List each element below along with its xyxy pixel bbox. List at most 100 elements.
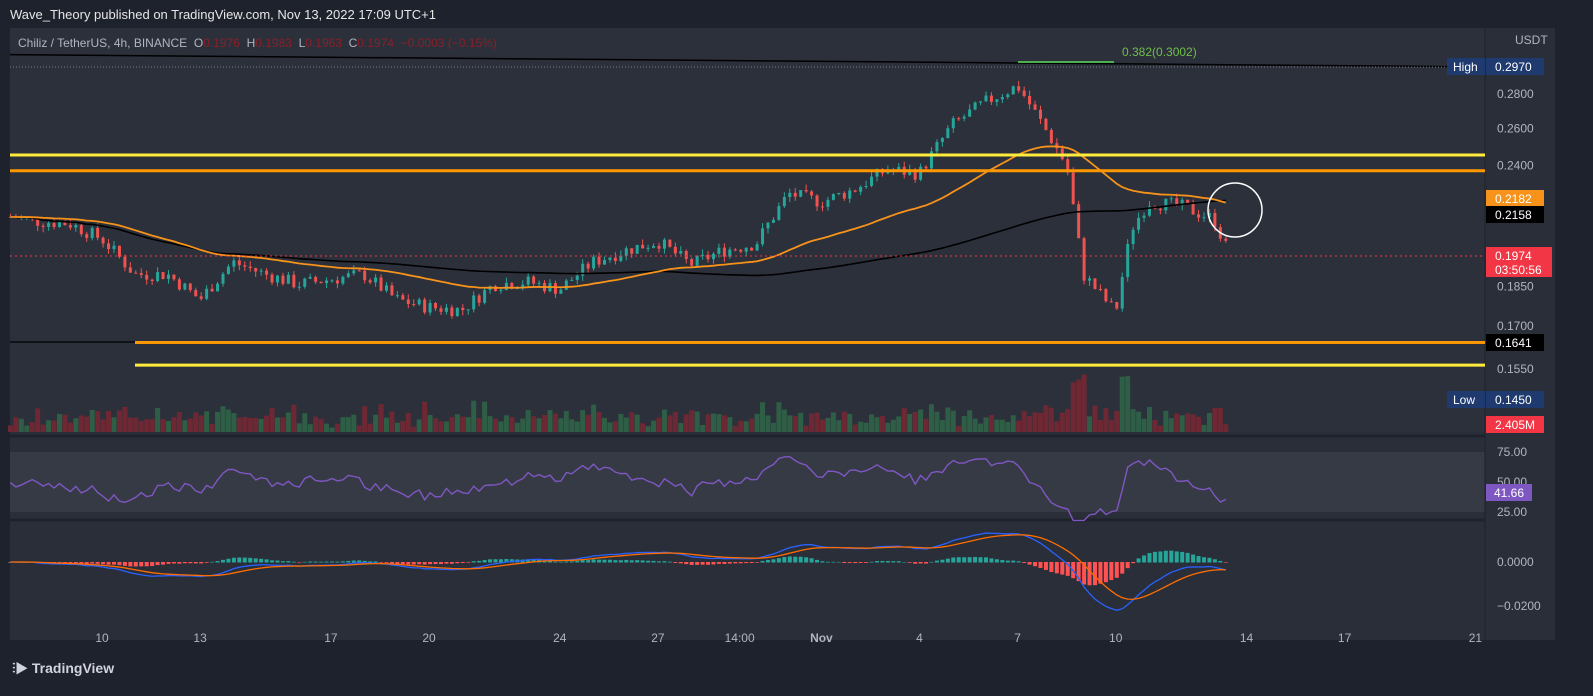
volume-bar bbox=[819, 419, 825, 432]
time-tick: 17 bbox=[324, 631, 338, 645]
price-chart[interactable]: 0.382(0.3002) USDT 0.2800 0.2600 0.2400 0.185… bbox=[0, 0, 1593, 696]
volume-bar bbox=[1185, 413, 1191, 432]
volume-bar bbox=[760, 402, 766, 432]
volume-bar bbox=[264, 415, 270, 432]
symbol-legend: Chiliz / TetherUS, 4h, BINANCE O0.1976 H… bbox=[18, 36, 497, 50]
macd-histogram-bar bbox=[793, 556, 798, 563]
candle-body bbox=[194, 290, 198, 297]
candle-body bbox=[1093, 278, 1097, 289]
tradingview-logo[interactable]: ⫶▶ TradingView bbox=[12, 660, 114, 677]
volume-bar bbox=[449, 416, 455, 432]
open-value: 0.1976 bbox=[203, 36, 240, 50]
candle-body bbox=[624, 248, 628, 256]
macd-histogram-bar bbox=[749, 562, 754, 564]
volume-bar bbox=[950, 410, 956, 432]
macd-histogram-bar bbox=[308, 561, 313, 563]
candle-body bbox=[439, 308, 443, 312]
macd-histogram-bar bbox=[1060, 562, 1065, 575]
macd-histogram-bar bbox=[695, 562, 700, 565]
volume-bar bbox=[1141, 418, 1147, 432]
symbol-name[interactable]: Chiliz / TetherUS, 4h, BINANCE bbox=[18, 36, 187, 50]
macd-histogram-bar bbox=[1033, 562, 1038, 567]
volume-bar bbox=[405, 412, 411, 432]
candle-body bbox=[379, 277, 383, 291]
volume-bar bbox=[176, 412, 182, 432]
candle-body bbox=[733, 249, 737, 251]
macd-histogram-bar bbox=[787, 556, 792, 563]
candle-body bbox=[684, 251, 688, 260]
volume-bar bbox=[89, 409, 95, 432]
candle-body bbox=[924, 166, 928, 169]
volume-bar bbox=[1054, 421, 1060, 432]
volume-bar bbox=[476, 418, 482, 432]
macd-histogram-bar bbox=[144, 562, 149, 567]
volume-bar bbox=[329, 427, 335, 432]
macd-histogram-bar bbox=[591, 559, 596, 563]
candle-body bbox=[602, 260, 606, 265]
candle-body bbox=[1109, 301, 1113, 303]
candle-body bbox=[406, 299, 410, 305]
volume-bar bbox=[492, 418, 498, 432]
volume-bar bbox=[1065, 409, 1071, 432]
volume-bar bbox=[56, 413, 62, 432]
volume-bar bbox=[122, 406, 128, 432]
macd-histogram-bar bbox=[907, 562, 912, 563]
countdown: 03:50:56 bbox=[1495, 263, 1542, 277]
candle-body bbox=[205, 288, 209, 299]
macd-histogram-bar bbox=[340, 561, 345, 563]
macd-histogram-bar bbox=[204, 562, 209, 563]
candle-body bbox=[820, 206, 824, 208]
macd-histogram-bar bbox=[139, 562, 144, 567]
high-value: 0.2970 bbox=[1495, 60, 1532, 74]
macd-histogram-bar bbox=[940, 559, 945, 563]
candle-body bbox=[254, 268, 258, 272]
rsi-tick: 25.00 bbox=[1497, 505, 1527, 519]
volume-bar bbox=[552, 413, 558, 432]
macd-histogram-bar bbox=[297, 562, 302, 563]
candle-body bbox=[232, 260, 236, 267]
macd-histogram-bar bbox=[280, 561, 285, 563]
macd-histogram-bar bbox=[662, 561, 667, 563]
volume-bar bbox=[716, 414, 722, 432]
time-tick: 10 bbox=[95, 631, 109, 645]
volume-bar bbox=[247, 417, 253, 432]
volume-bar bbox=[885, 422, 891, 432]
candle-body bbox=[652, 245, 656, 248]
volume-bar bbox=[465, 417, 471, 432]
volume-bar bbox=[1179, 415, 1185, 432]
time-tick: 13 bbox=[193, 631, 207, 645]
volume-bar bbox=[394, 422, 400, 432]
candle-body bbox=[564, 280, 568, 290]
volume-bar bbox=[1016, 420, 1022, 432]
volume-bar bbox=[1157, 425, 1163, 432]
candle-body bbox=[384, 285, 388, 291]
volume-bar bbox=[1037, 412, 1043, 432]
macd-histogram-bar bbox=[760, 560, 765, 563]
volume-bar bbox=[945, 407, 951, 432]
candle-body bbox=[346, 273, 350, 277]
candle-body bbox=[668, 239, 672, 247]
volume-bar bbox=[1059, 412, 1065, 432]
candle-body bbox=[210, 288, 214, 292]
volume-bar bbox=[225, 409, 231, 432]
volume-bar bbox=[302, 413, 308, 432]
last-price-value: 0.1974 bbox=[1495, 249, 1532, 263]
low-value: 0.1963 bbox=[305, 36, 342, 50]
volume-bar bbox=[318, 418, 324, 432]
fib-label: 0.382(0.3002) bbox=[1122, 45, 1197, 59]
candle-body bbox=[771, 219, 775, 223]
candle-body bbox=[434, 302, 438, 309]
volume-bar bbox=[106, 411, 112, 432]
macd-histogram-bar bbox=[673, 562, 678, 563]
candle-body bbox=[532, 276, 536, 284]
candle-body bbox=[161, 272, 165, 279]
level-value: 0.1641 bbox=[1495, 336, 1532, 350]
candle-body bbox=[995, 99, 999, 102]
candle-body bbox=[750, 247, 754, 251]
volume-bar bbox=[863, 422, 869, 432]
candle-body bbox=[472, 295, 476, 310]
candle-body bbox=[90, 227, 94, 238]
volume-bar bbox=[231, 413, 237, 432]
candle-body bbox=[826, 199, 830, 207]
volume-bar bbox=[138, 420, 144, 432]
